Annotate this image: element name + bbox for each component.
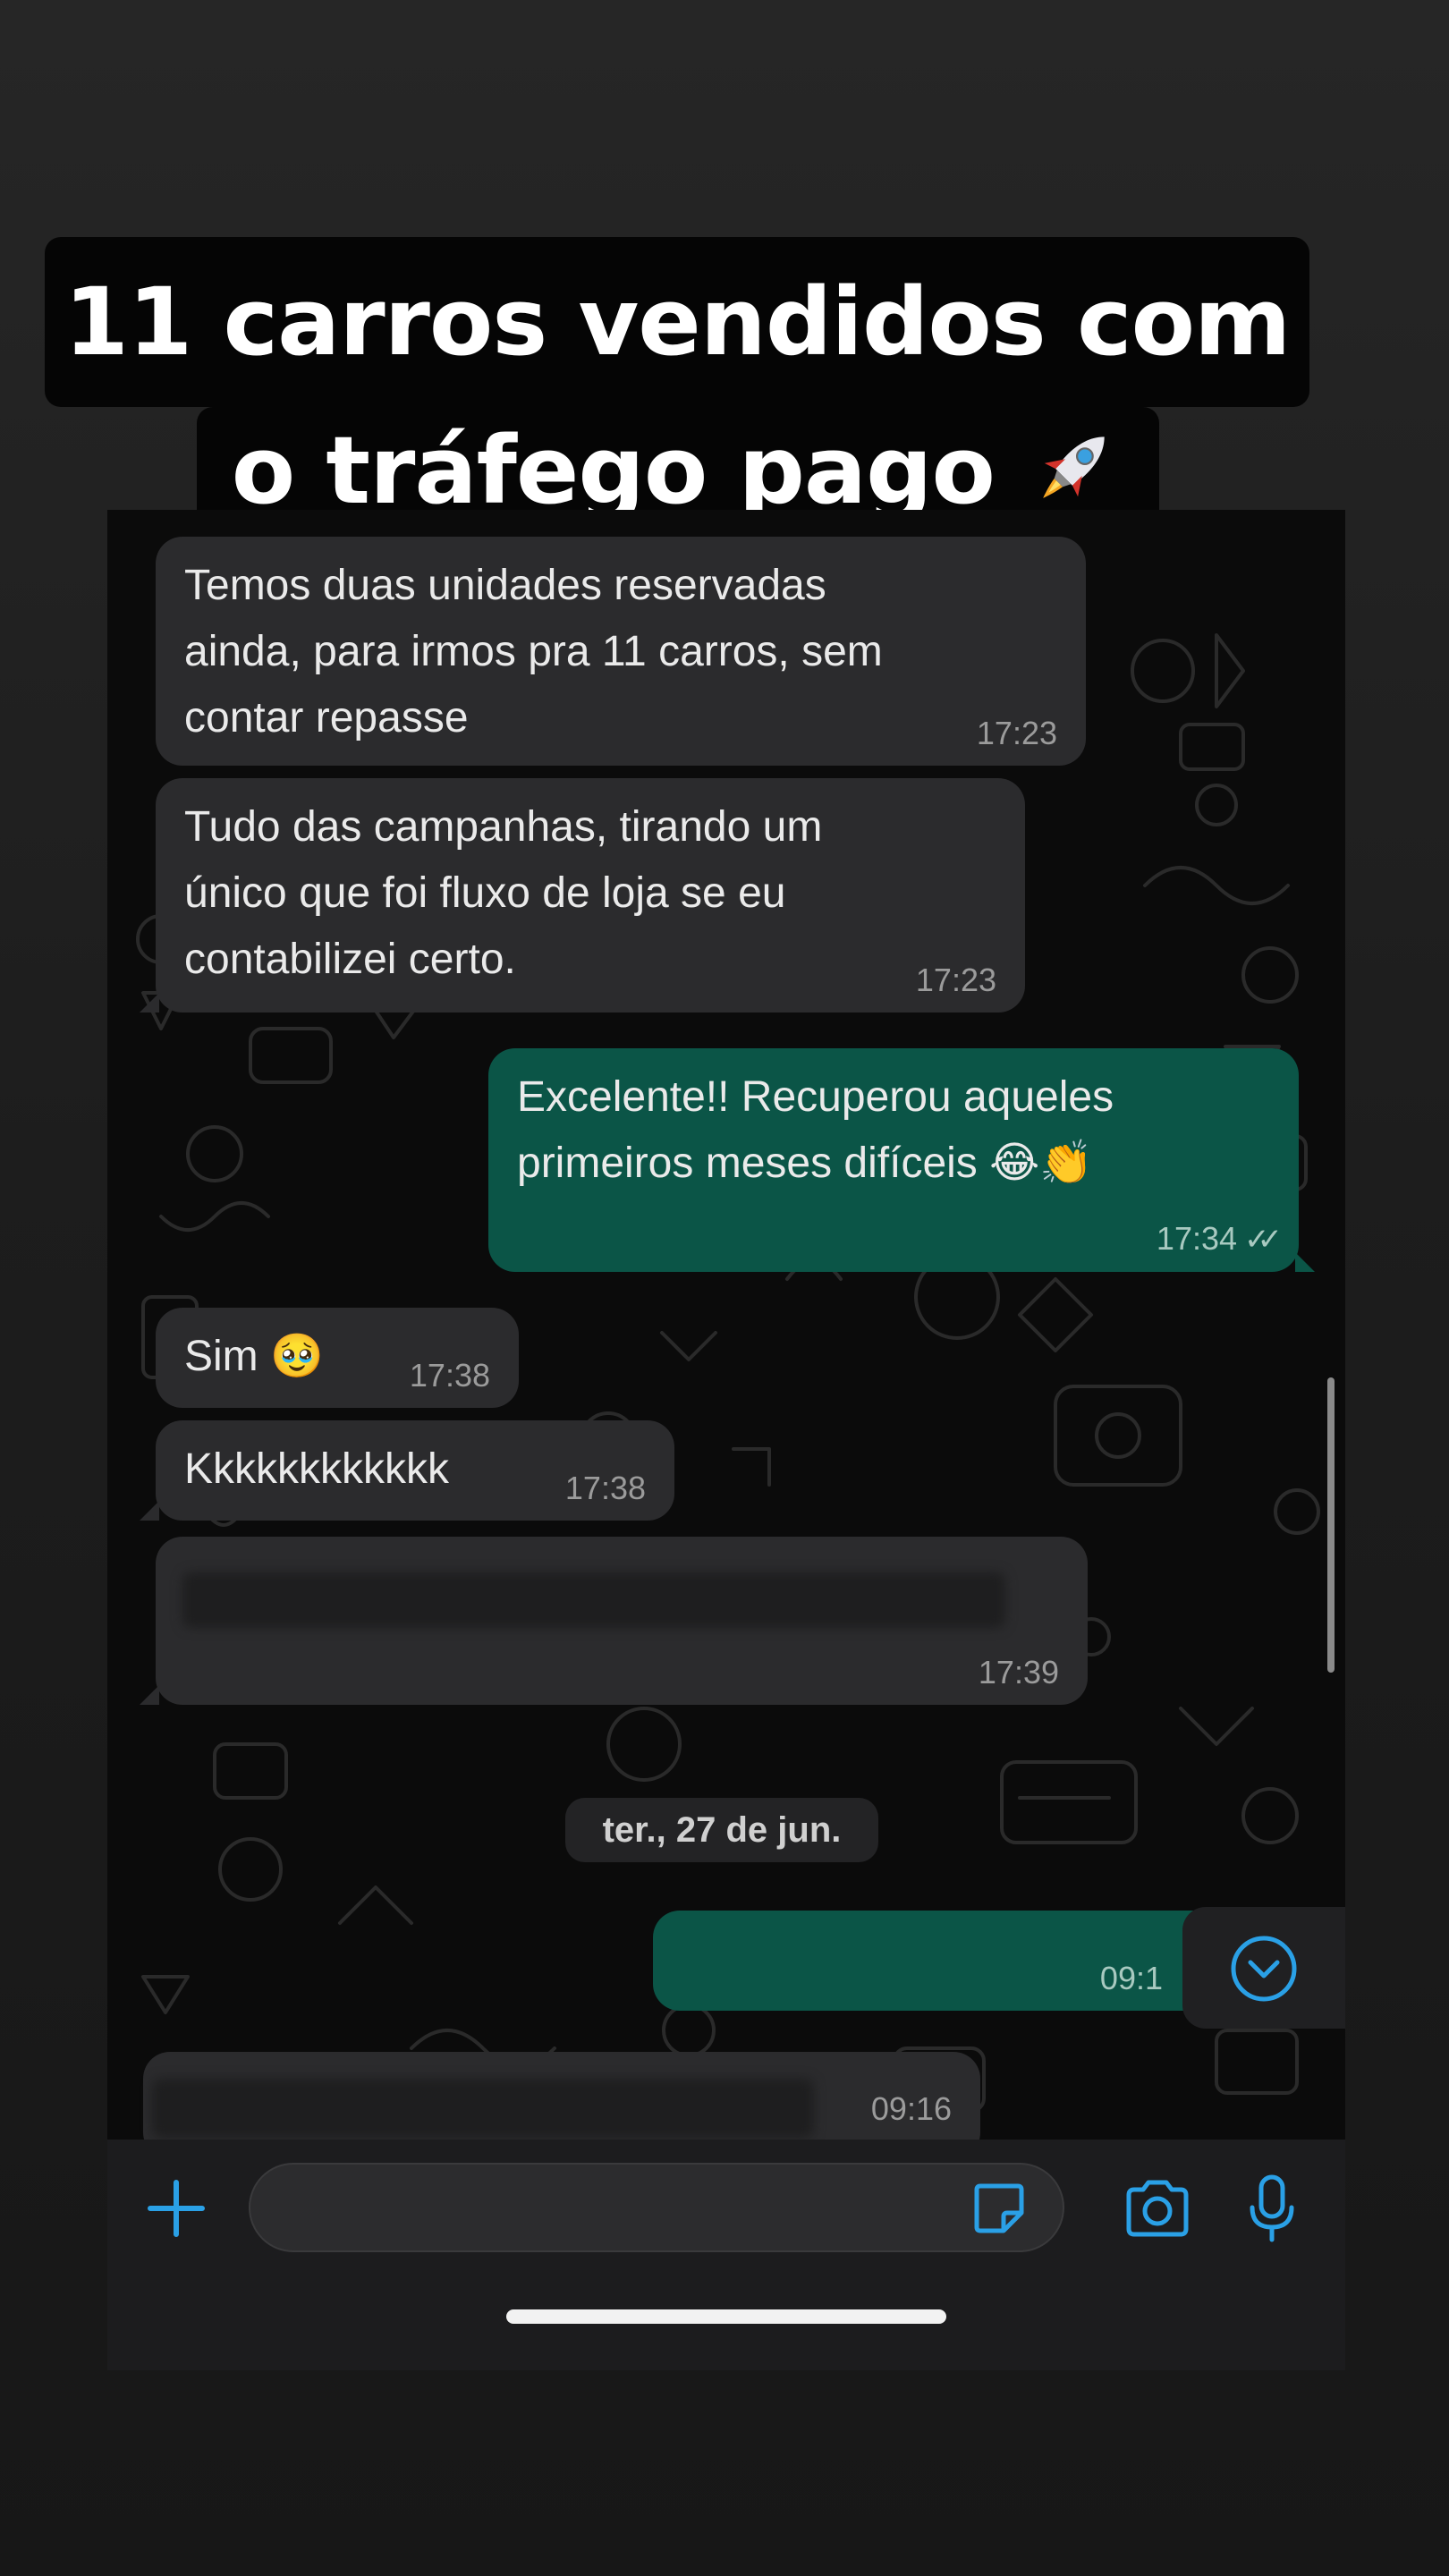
- message-time: 09:16: [870, 2090, 952, 2127]
- caption-line-1: 11 carros vendidos com: [45, 237, 1309, 407]
- message-composer: [107, 2140, 1345, 2370]
- plus-icon[interactable]: [145, 2177, 208, 2240]
- message-time: 09:1: [1099, 1960, 1163, 1996]
- caption-text-2: o tráfego pago: [231, 416, 996, 525]
- bubble-tail: [1295, 1252, 1315, 1272]
- bubble-tail: [140, 993, 159, 1013]
- chat-screenshot: Temos duas unidades reservadas ainda, pa…: [107, 510, 1345, 2370]
- bubble-tail: [140, 1685, 159, 1705]
- scroll-to-bottom-button[interactable]: [1182, 1907, 1345, 2029]
- message-time: 17:38: [564, 1470, 646, 1506]
- message-meta: 17:34 ✓✓: [1156, 1219, 1283, 1259]
- message-bubble-outgoing[interactable]: 09:1: [653, 1911, 1225, 2011]
- double-check-icon: ✓✓: [1244, 1223, 1283, 1257]
- message-time: 17:23: [915, 962, 996, 998]
- message-bubble-outgoing[interactable]: Excelente!! Recuperou aqueles primeiros …: [488, 1048, 1315, 1272]
- message-bubble-incoming[interactable]: Temos duas unidades reservadas ainda, pa…: [156, 537, 1086, 766]
- chevron-down-icon: [1231, 1936, 1297, 2002]
- redacted-text: [182, 1572, 1005, 1628]
- scrollbar[interactable]: [1327, 1377, 1335, 1673]
- redacted-text: [152, 2079, 814, 2138]
- message-time: 17:39: [978, 1654, 1059, 1690]
- message-time: 17:23: [976, 715, 1057, 751]
- date-separator: ter., 27 de jun.: [565, 1798, 878, 1862]
- message-bubble-incoming[interactable]: Sim 🥹 17:38: [156, 1308, 519, 1408]
- message-text: Tudo das campanhas, tirando um único que…: [184, 803, 823, 983]
- bubble-tail: [140, 1501, 159, 1521]
- message-input[interactable]: [249, 2163, 1064, 2252]
- message-bubble-redacted[interactable]: 17:39: [140, 1537, 1088, 1705]
- microphone-icon[interactable]: [1245, 2174, 1299, 2245]
- message-text: Temos duas unidades reservadas ainda, pa…: [184, 562, 883, 741]
- message-bubble-incoming[interactable]: Tudo das campanhas, tirando um único que…: [140, 778, 1025, 1013]
- camera-icon[interactable]: [1122, 2177, 1193, 2240]
- sticker-icon[interactable]: [971, 2181, 1027, 2236]
- message-time: 17:34: [1156, 1220, 1238, 1257]
- message-bubble-incoming[interactable]: Kkkkkkkkkkkk 17:38: [140, 1420, 674, 1521]
- rocket-icon: [1026, 416, 1124, 525]
- message-text: Excelente!! Recuperou aqueles primeiros …: [517, 1073, 1114, 1187]
- home-indicator[interactable]: [506, 2309, 946, 2324]
- caption-text-1: 11 carros vendidos com: [64, 267, 1292, 377]
- message-time: 17:38: [409, 1357, 490, 1394]
